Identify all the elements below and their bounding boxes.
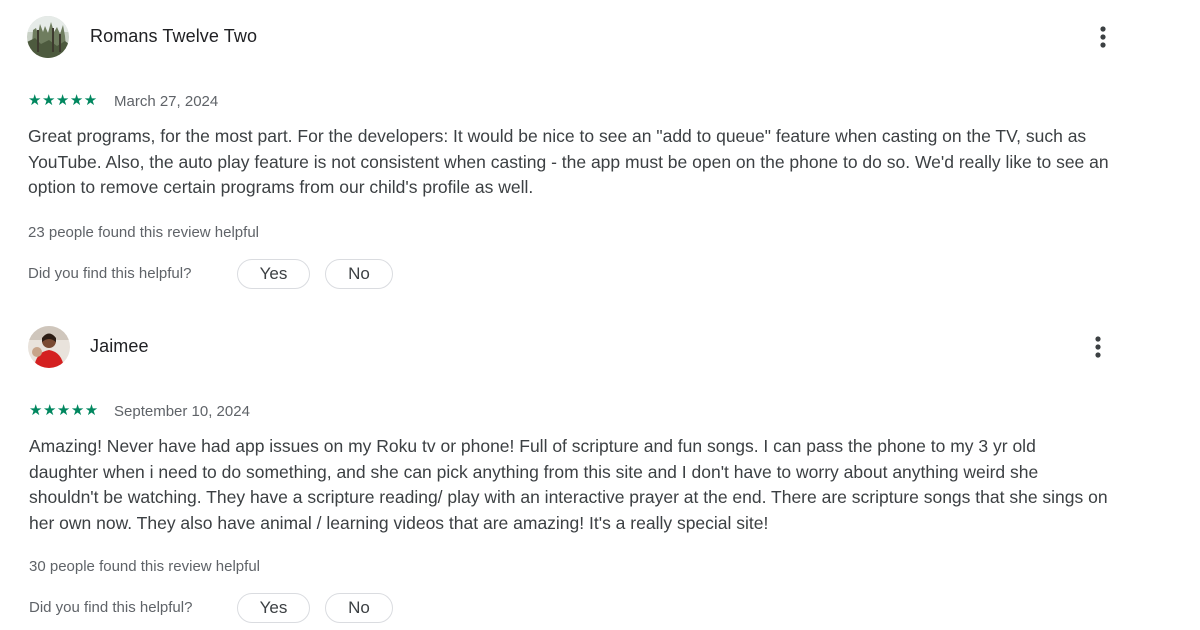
review-card: Romans Twelve Two ★★★★★ March 27, 2024 G… <box>0 0 1200 310</box>
star-rating: ★★★★★ <box>29 402 99 419</box>
review-date: March 27, 2024 <box>114 93 219 110</box>
helpful-count: 30 people found this review helpful <box>29 558 260 575</box>
review-author: Romans Twelve Two <box>90 26 258 46</box>
yes-button[interactable]: Yes <box>237 593 310 623</box>
review-card: Jaimee ★★★★★ September 10, 2024 Amazing!… <box>0 310 1200 630</box>
no-button[interactable]: No <box>325 593 393 623</box>
review-text: Great programs, for the most part. For t… <box>28 126 1109 197</box>
helpful-count: 23 people found this review helpful <box>28 224 259 241</box>
helpful-question: Did you find this helpful? <box>29 599 193 616</box>
star-rating: ★★★★★ <box>28 92 98 109</box>
more-vert-icon <box>1100 26 1106 48</box>
yes-button[interactable]: Yes <box>237 259 310 289</box>
helpful-question: Did you find this helpful? <box>28 265 192 282</box>
more-options-button[interactable] <box>1084 333 1112 361</box>
avatar <box>28 326 70 368</box>
no-button[interactable]: No <box>325 259 393 289</box>
review-author: Jaimee <box>90 336 149 356</box>
more-vert-icon <box>1095 336 1101 358</box>
review-date: September 10, 2024 <box>114 403 250 420</box>
more-options-button[interactable] <box>1089 23 1117 51</box>
review-text: Amazing! Never have had app issues on my… <box>29 436 1108 533</box>
avatar <box>27 16 69 58</box>
